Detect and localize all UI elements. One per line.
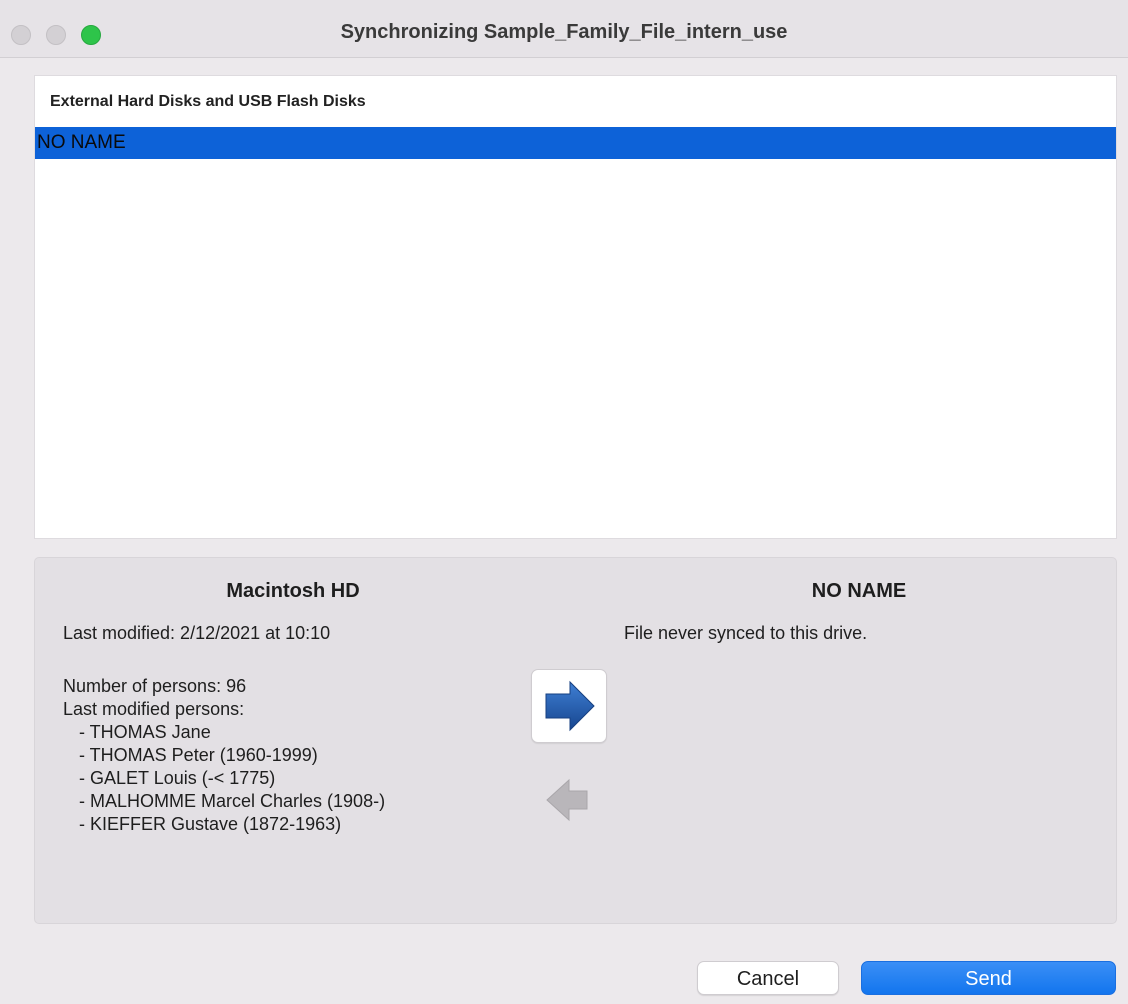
sync-forward-button[interactable]	[531, 669, 607, 743]
person-list-item: - KIEFFER Gustave (1872-1963)	[79, 814, 342, 834]
send-button[interactable]: Send	[861, 961, 1116, 995]
source-drive-name: Macintosh HD	[226, 580, 360, 602]
disk-list[interactable]: External Hard Disks and USB Flash Disks …	[34, 75, 1117, 539]
left-arrow-icon	[546, 778, 588, 822]
window-title: Synchronizing Sample_Family_File_intern_…	[340, 21, 788, 43]
person-list-item: - THOMAS Jane	[79, 722, 211, 742]
person-list-item: - MALHOMME Marcel Charles (1908-)	[79, 791, 386, 811]
person-list-item: - THOMAS Peter (1960-1999)	[79, 745, 318, 765]
title-bar: Synchronizing Sample_Family_File_intern_…	[0, 0, 1128, 58]
cancel-button[interactable]: Cancel	[697, 961, 839, 995]
right-arrow-icon	[545, 680, 595, 732]
persons-count: Number of persons: 96	[63, 676, 247, 696]
disk-list-header: External Hard Disks and USB Flash Disks	[50, 93, 366, 110]
last-modified-persons-label: Last modified persons:	[63, 699, 245, 719]
sync-backward-button[interactable]	[543, 776, 591, 824]
destination-status: File never synced to this drive.	[624, 623, 868, 643]
person-list-item: - GALET Louis (-< 1775)	[79, 768, 276, 788]
source-last-modified: Last modified: 2/12/2021 at 10:10	[63, 623, 331, 643]
disk-list-item-no-name[interactable]: NO NAME	[35, 127, 1116, 159]
sync-info-panel: Macintosh HD NO NAME Last modified: 2/12…	[34, 557, 1117, 924]
destination-drive-name: NO NAME	[811, 580, 907, 602]
